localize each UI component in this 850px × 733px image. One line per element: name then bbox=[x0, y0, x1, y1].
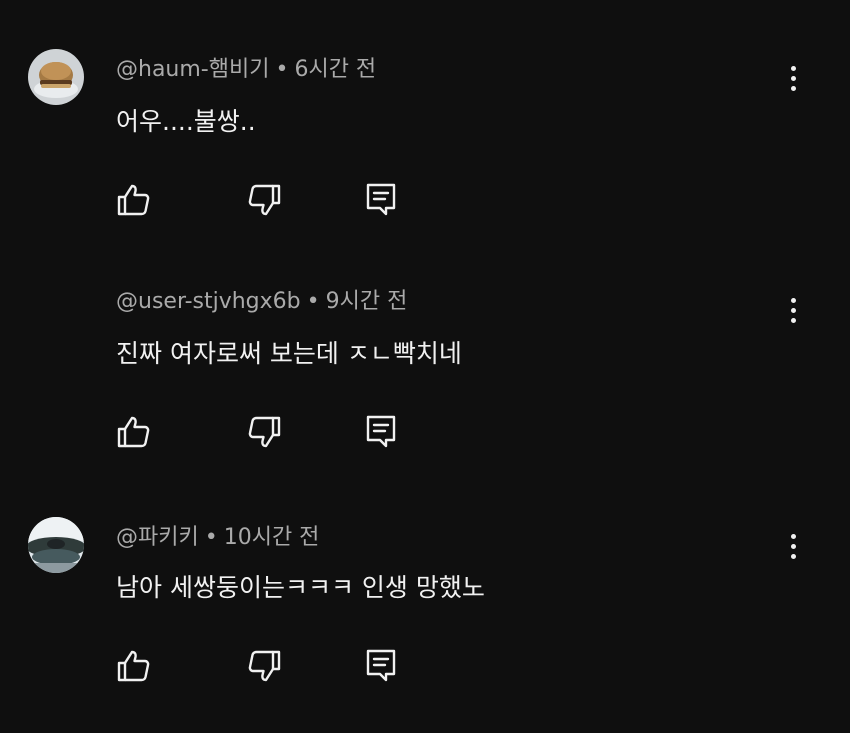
like-button[interactable] bbox=[116, 414, 152, 450]
avatar[interactable] bbox=[28, 517, 84, 573]
reply-button[interactable] bbox=[364, 414, 400, 450]
reply-button[interactable] bbox=[364, 648, 400, 684]
dislike-button[interactable] bbox=[246, 414, 282, 450]
more-options-button[interactable] bbox=[780, 528, 808, 564]
comments-screen: @haum-햄비기 • 6시간 전 어우....불쌍.. @user-stjvh… bbox=[0, 0, 850, 733]
more-vertical-icon bbox=[791, 534, 796, 539]
comment-actions bbox=[116, 414, 416, 450]
reply-icon bbox=[366, 415, 396, 448]
comment-text: 진짜 여자로써 보는데 ㅈㄴ빡치네 bbox=[116, 339, 462, 368]
thumbs-down-icon bbox=[248, 416, 281, 448]
comment-meta: @user-stjvhgx6b • 9시간 전 bbox=[116, 287, 407, 317]
comment-meta: @파키키 • 10시간 전 bbox=[116, 523, 319, 553]
comment-actions bbox=[116, 648, 416, 684]
thumbs-up-icon bbox=[117, 416, 150, 448]
thumbs-down-icon bbox=[248, 650, 281, 682]
more-options-button[interactable] bbox=[780, 292, 808, 328]
meta-separator: • bbox=[306, 289, 320, 314]
comment-author[interactable]: @파키키 bbox=[116, 525, 199, 550]
like-button[interactable] bbox=[116, 648, 152, 684]
thumbs-up-icon bbox=[117, 650, 150, 682]
comment-text: 남아 세쌍둥이는ㅋㅋㅋ 인생 망했노 bbox=[116, 573, 485, 602]
comment-time[interactable]: 9시간 전 bbox=[326, 289, 408, 314]
comment-time[interactable]: 10시간 전 bbox=[224, 525, 320, 550]
landscape-avatar-image bbox=[28, 517, 84, 573]
reply-icon bbox=[366, 649, 396, 682]
comment-item: @파키키 • 10시간 전 남아 세쌍둥이는ㅋㅋㅋ 인생 망했노 bbox=[0, 0, 850, 682]
dislike-button[interactable] bbox=[246, 648, 282, 684]
meta-separator: • bbox=[204, 525, 218, 550]
more-vertical-icon bbox=[791, 298, 796, 303]
comment-author[interactable]: @user-stjvhgx6b bbox=[116, 289, 301, 314]
